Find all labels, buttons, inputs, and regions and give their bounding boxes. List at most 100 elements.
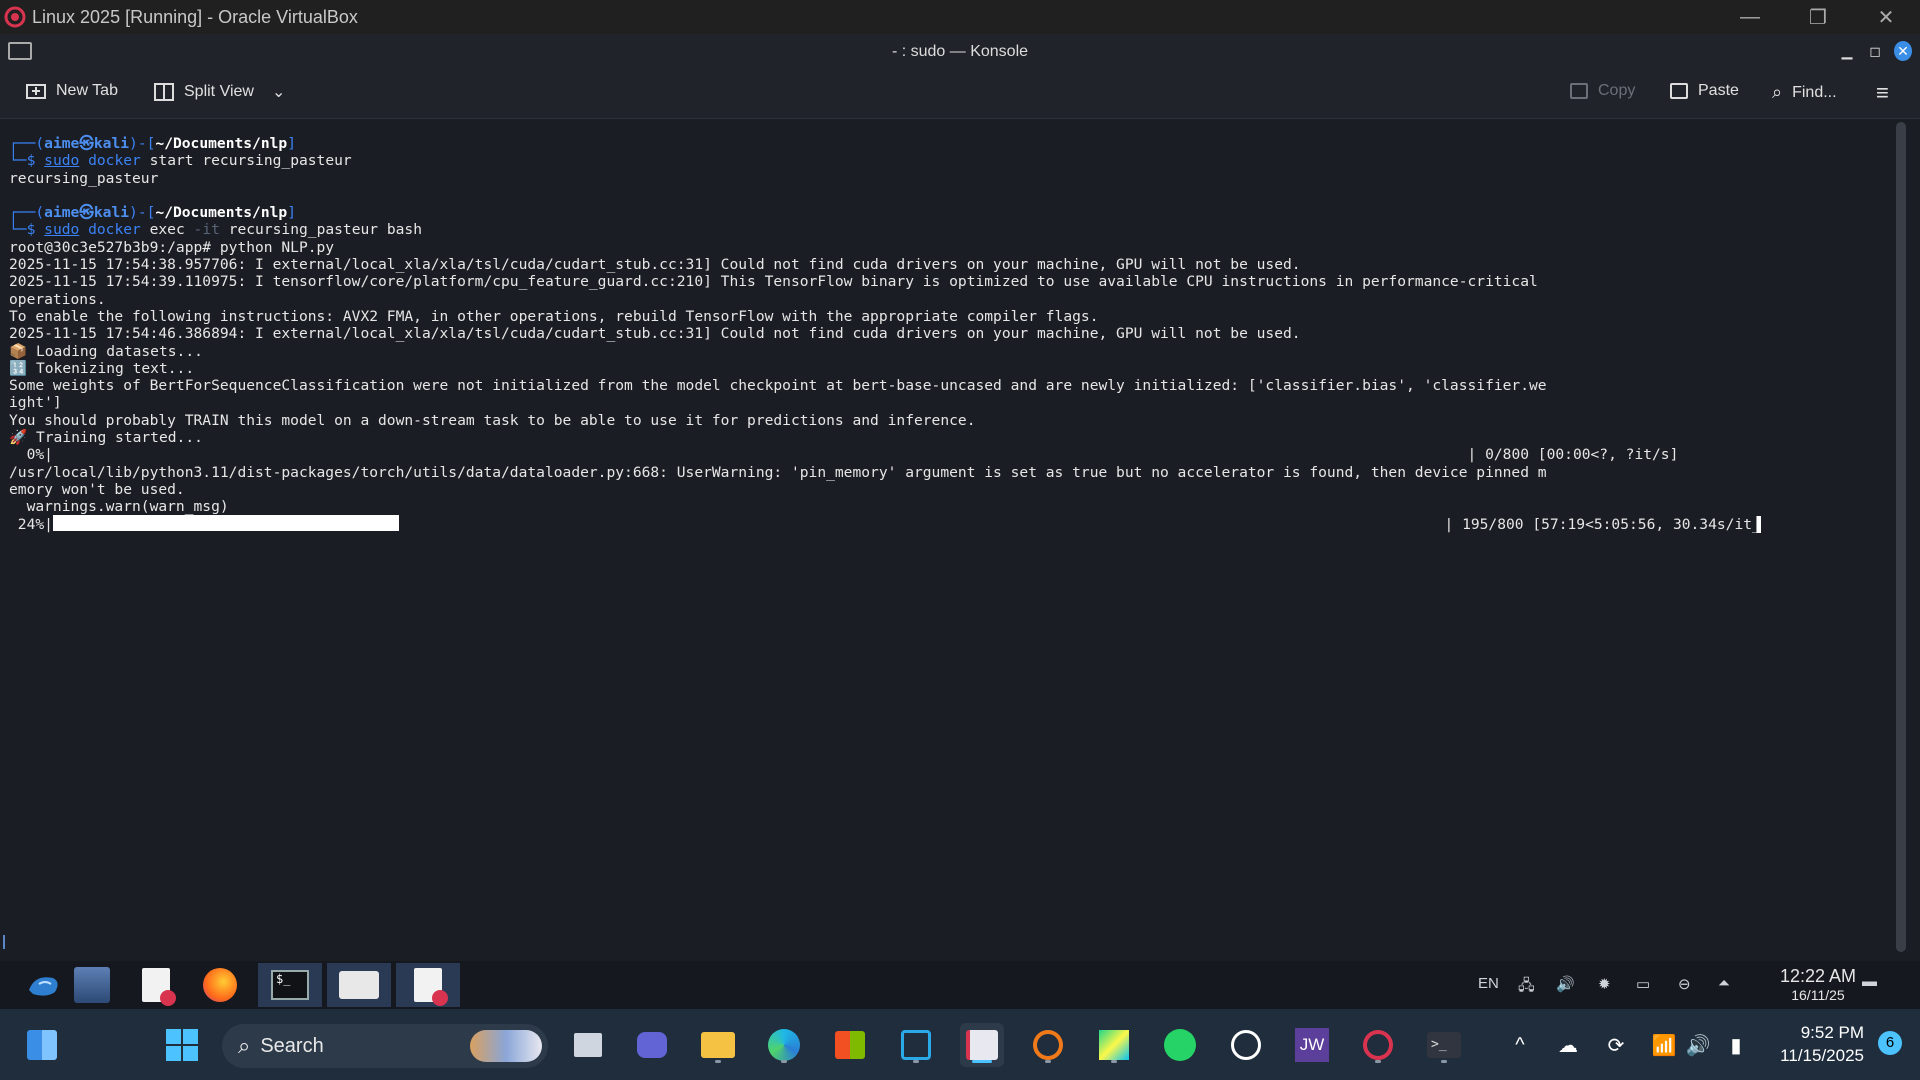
show-hidden-icons-chevron-icon[interactable]: ^ bbox=[1498, 1023, 1542, 1067]
guest-clock[interactable]: 12:22 AM 16/11/25 bbox=[1780, 966, 1856, 1003]
text-editor-icon bbox=[142, 968, 176, 1006]
edge-button[interactable] bbox=[762, 1023, 806, 1067]
konsole-close-button[interactable]: ✕ bbox=[1894, 41, 1912, 61]
konsole-maximize-button[interactable]: ◻ bbox=[1866, 43, 1884, 60]
status-line: 📦 Loading datasets... bbox=[9, 342, 203, 360]
kali-dragon-icon bbox=[29, 977, 58, 996]
log-line: 2025-11-15 17:54:46.386894: I external/l… bbox=[9, 325, 1301, 343]
network-icon[interactable]: 🖧 bbox=[1518, 975, 1535, 1000]
terminal-launcher[interactable]: $_ bbox=[258, 963, 322, 1007]
text-editor-icon bbox=[414, 968, 448, 1006]
windows-logo-icon bbox=[166, 1029, 198, 1061]
do-not-disturb-icon[interactable]: ⊖ bbox=[1678, 975, 1691, 993]
paste-button[interactable]: Paste bbox=[1670, 82, 1739, 100]
vbox-close-button[interactable]: ✕ bbox=[1852, 0, 1920, 34]
warning-line: Some weights of BertForSequenceClassific… bbox=[9, 377, 1547, 395]
search-app-button[interactable] bbox=[1026, 1023, 1070, 1067]
text-editor-window-button[interactable] bbox=[396, 963, 460, 1007]
new-tab-label: New Tab bbox=[56, 82, 118, 99]
vbox-minimize-button[interactable]: — bbox=[1716, 0, 1784, 34]
terminal-view[interactable]: ┌──(aime㉿kali)-[~/Documents/nlp] └─$ sud… bbox=[0, 119, 1880, 961]
split-view-label: Split View bbox=[184, 83, 254, 100]
hamburger-menu-button[interactable]: ≡ bbox=[1876, 80, 1889, 106]
battery-icon[interactable]: ▮ bbox=[1714, 1023, 1758, 1067]
find-button[interactable]: ⌕ Find... bbox=[1772, 82, 1837, 103]
magnifier-icon bbox=[1033, 1030, 1063, 1060]
vbox-window-title: Linux 2025 [Running] - Oracle VirtualBox bbox=[32, 6, 358, 27]
menu-icon: ≡ bbox=[1876, 80, 1889, 105]
windows-clock[interactable]: 9:52 PM 11/15/2025 bbox=[1780, 1021, 1864, 1067]
store-icon bbox=[835, 1031, 865, 1059]
command-2: recursing_pasteur bash bbox=[228, 221, 422, 239]
input-cursor-marker bbox=[3, 935, 5, 949]
status-line: 🔢 Tokenizing text... bbox=[9, 359, 195, 377]
notifications-icon[interactable]: ▬ bbox=[1862, 973, 1877, 990]
windows-time: 9:52 PM bbox=[1800, 1023, 1864, 1042]
teams-meet-button[interactable] bbox=[630, 1023, 674, 1067]
virtualbox-icon bbox=[966, 1030, 998, 1060]
vscode-button[interactable] bbox=[894, 1023, 938, 1067]
file-manager-launcher[interactable] bbox=[327, 963, 391, 1007]
task-view-button[interactable] bbox=[566, 1023, 610, 1067]
prompt-user: aime㉿kali bbox=[44, 135, 130, 152]
konsole-titlebar: - : sudo — Konsole ▁ ◻ ✕ bbox=[0, 34, 1920, 68]
virtualbox-taskbar-button[interactable] bbox=[960, 1023, 1004, 1067]
copy-button[interactable]: Copy bbox=[1570, 82, 1635, 100]
pycharm-button[interactable] bbox=[1092, 1023, 1136, 1067]
terminal-icon: $_ bbox=[271, 970, 309, 1000]
tray-expand-icon[interactable]: ⏶ bbox=[1718, 975, 1730, 992]
terminal-icon: >_ bbox=[1427, 1032, 1461, 1058]
log-line: 2025-11-15 17:54:38.957706: I external/l… bbox=[9, 256, 1301, 274]
keyboard-layout-indicator[interactable]: EN bbox=[1478, 975, 1499, 992]
log-line: operations. bbox=[9, 290, 106, 308]
root-command-line: root@30c3e527b3b9:/app# python NLP.py bbox=[9, 238, 335, 256]
show-desktop-button[interactable] bbox=[60, 963, 124, 1007]
whatsapp-icon bbox=[1164, 1029, 1196, 1061]
new-tab-button[interactable]: New Tab bbox=[26, 82, 118, 100]
log-line: To enable the following instructions: AV… bbox=[9, 307, 1099, 325]
terminal-scrollbar[interactable] bbox=[1896, 122, 1906, 952]
desktop-icon bbox=[74, 967, 110, 1003]
paste-icon bbox=[1670, 83, 1688, 99]
windows-search-box[interactable]: ⌕ Search bbox=[222, 1024, 548, 1068]
virtualbox-manager-button[interactable] bbox=[1356, 1023, 1400, 1067]
file-explorer-button[interactable] bbox=[696, 1023, 740, 1067]
command-1: start recursing_pasteur bbox=[149, 152, 352, 170]
search-highlight-image bbox=[470, 1030, 542, 1062]
windows-taskbar: ⌕ Search JW >_ ^ ☁ ⟳ 📶 🔊 ▮ 9:52 PM 11/15… bbox=[0, 1009, 1920, 1080]
chevron-down-icon[interactable]: ⌄ bbox=[272, 82, 285, 102]
text-editor-launcher[interactable] bbox=[124, 963, 188, 1007]
guest-date: 16/11/25 bbox=[1791, 987, 1845, 1003]
vbox-restore-button[interactable]: ❐ bbox=[1784, 0, 1852, 34]
konsole-window-title: - : sudo — Konsole bbox=[891, 43, 1029, 60]
firefox-launcher[interactable] bbox=[188, 963, 252, 1007]
notification-badge[interactable]: 6 bbox=[1878, 1031, 1902, 1055]
pycharm-icon bbox=[1099, 1030, 1129, 1060]
microsoft-store-button[interactable] bbox=[828, 1023, 872, 1067]
log-line: 2025-11-15 17:54:39.110975: I tensorflow… bbox=[9, 273, 1538, 291]
progress-0-left: 0%| bbox=[9, 446, 53, 464]
volume-icon[interactable]: 🔊 bbox=[1556, 975, 1575, 993]
display-icon[interactable]: ▭ bbox=[1636, 975, 1650, 993]
whatsapp-button[interactable] bbox=[1158, 1023, 1202, 1067]
widgets-button[interactable] bbox=[20, 1023, 64, 1067]
warning-line: /usr/local/lib/python3.11/dist-packages/… bbox=[9, 463, 1547, 481]
vbox-titlebar: Linux 2025 [Running] - Oracle VirtualBox… bbox=[0, 0, 1920, 34]
brightness-icon[interactable]: ✹ bbox=[1598, 975, 1611, 993]
terminal-button[interactable]: >_ bbox=[1422, 1023, 1466, 1067]
warning-line: You should probably TRAIN this model on … bbox=[9, 411, 976, 429]
konsole-minimize-button[interactable]: ▁ bbox=[1838, 43, 1856, 60]
start-button[interactable] bbox=[160, 1023, 204, 1067]
folder-icon bbox=[701, 1032, 735, 1058]
jw-library-button[interactable]: JW bbox=[1290, 1023, 1334, 1067]
split-view-button[interactable]: Split View ⌄ bbox=[154, 82, 285, 102]
edge-icon bbox=[768, 1029, 800, 1061]
find-label: Find... bbox=[1792, 83, 1837, 101]
warning-line: warnings.warn(warn_msg) bbox=[9, 498, 229, 516]
onedrive-icon[interactable]: ☁ bbox=[1546, 1023, 1590, 1067]
warning-line: ight'] bbox=[9, 394, 62, 412]
prompt-path: ~/Documents/nlp bbox=[155, 135, 288, 152]
copy-label: Copy bbox=[1598, 82, 1636, 99]
sync-icon[interactable]: ⟳ bbox=[1594, 1023, 1638, 1067]
chatgpt-button[interactable] bbox=[1224, 1023, 1268, 1067]
